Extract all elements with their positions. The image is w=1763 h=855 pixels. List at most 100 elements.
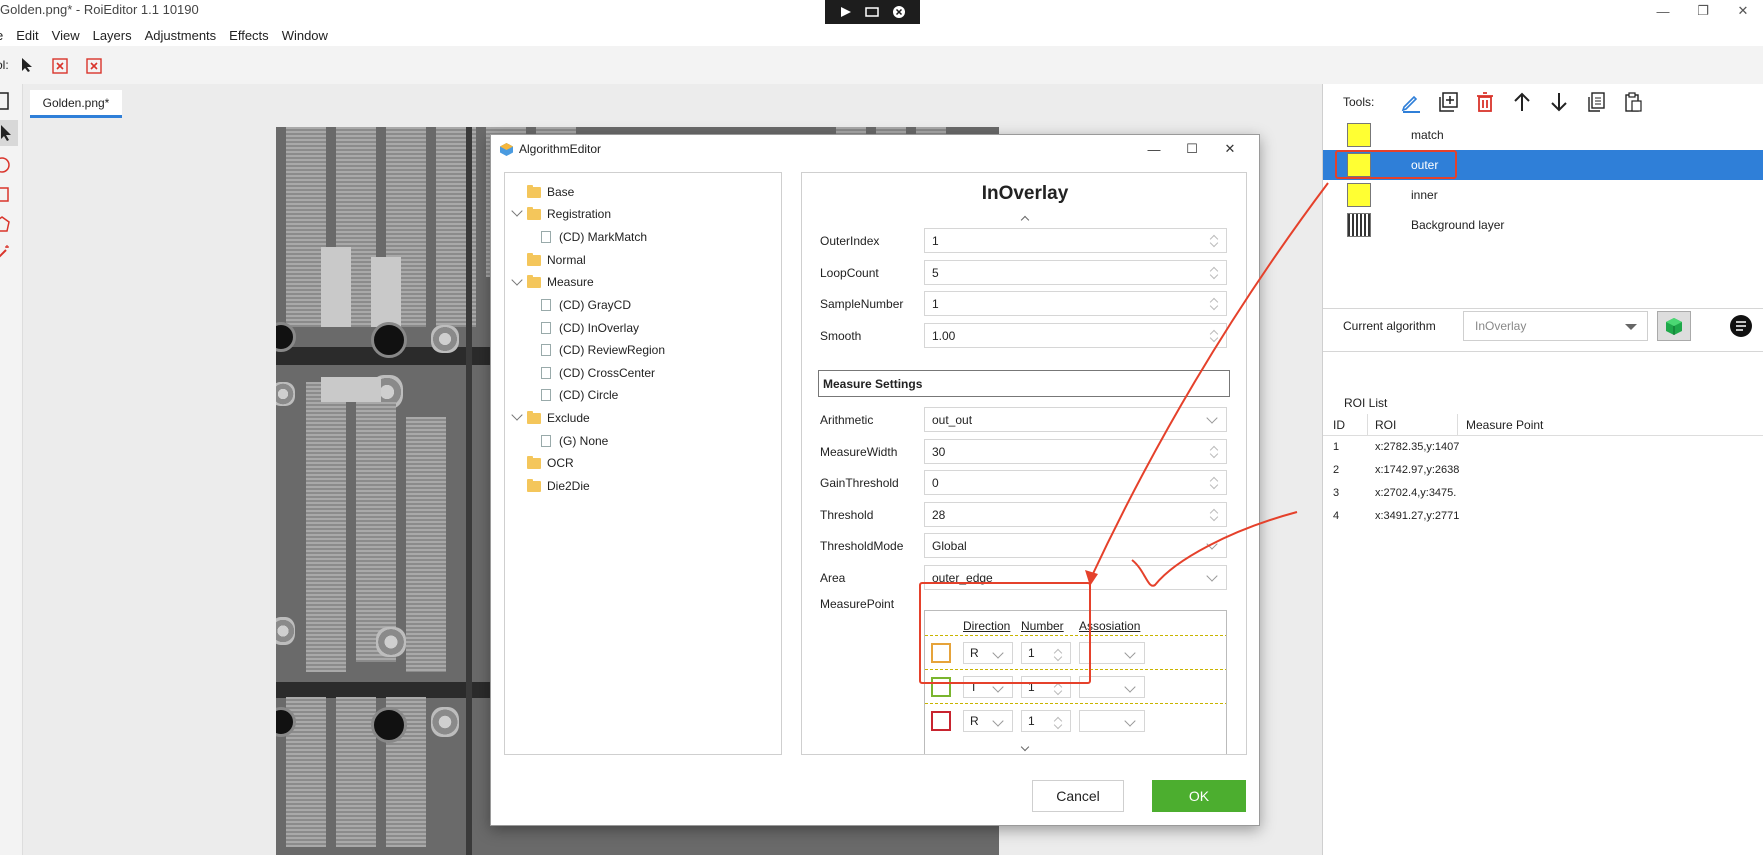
number-spinbox[interactable]: 1 xyxy=(1021,676,1071,698)
expander-chevron-icon[interactable] xyxy=(511,205,523,217)
window-close-button[interactable]: ✕ xyxy=(1723,0,1763,22)
layer-row[interactable]: match xyxy=(1323,120,1763,150)
window-minimize-button[interactable]: — xyxy=(1643,0,1683,22)
tree-item-exclude[interactable]: Exclude xyxy=(527,407,590,429)
measure-point-row[interactable]: T 1 xyxy=(925,669,1226,703)
layer-row[interactable]: inner xyxy=(1323,180,1763,210)
file-icon[interactable] xyxy=(0,92,12,110)
tree-item-ocr[interactable]: OCR xyxy=(527,452,574,474)
arrow-up-icon[interactable] xyxy=(1511,91,1533,113)
pencil-icon[interactable] xyxy=(1400,91,1422,113)
cancel-button[interactable]: Cancel xyxy=(1032,780,1124,812)
loop-count-spinbox[interactable]: 5 xyxy=(924,260,1227,285)
dialog-maximize-button[interactable]: ☐ xyxy=(1173,139,1211,159)
area-dropdown[interactable]: outer_edge xyxy=(924,565,1227,590)
tree-item-crosscenter[interactable]: (CD) CrossCenter xyxy=(541,362,655,384)
magic-wand-icon[interactable] xyxy=(0,244,12,262)
column-id[interactable]: ID xyxy=(1333,418,1345,432)
current-algorithm-select[interactable]: InOverlay xyxy=(1463,311,1648,341)
spinner-icon[interactable] xyxy=(1054,682,1062,696)
menu-adjustments[interactable]: Adjustments xyxy=(145,28,217,43)
smooth-spinbox[interactable]: 1.00 xyxy=(924,323,1227,348)
menu-effects[interactable]: Effects xyxy=(229,28,269,43)
algorithm-cube-button[interactable] xyxy=(1657,311,1691,341)
trash-icon[interactable] xyxy=(1474,91,1496,113)
screen-icon[interactable] xyxy=(865,6,880,18)
algorithm-menu-button[interactable] xyxy=(1724,311,1758,341)
column-assosiation[interactable]: Assosiation xyxy=(1079,619,1140,633)
window-restore-button[interactable]: ❐ xyxy=(1683,0,1723,22)
tree-item-base[interactable]: Base xyxy=(527,181,574,203)
spinner-icon[interactable] xyxy=(1210,329,1218,343)
arithmetic-dropdown[interactable]: out_out xyxy=(924,407,1227,432)
gain-threshold-spinbox[interactable]: 0 xyxy=(924,470,1227,495)
sample-number-spinbox[interactable]: 1 xyxy=(924,291,1227,316)
expander-chevron-icon[interactable] xyxy=(511,409,523,421)
polygon-tool-icon[interactable] xyxy=(0,216,12,234)
tab-golden-png[interactable]: Golden.png* xyxy=(30,90,122,118)
menu-layers[interactable]: Layers xyxy=(93,28,132,43)
point-checkbox[interactable] xyxy=(931,677,951,697)
column-direction[interactable]: Direction xyxy=(963,619,1010,633)
threshold-spinbox[interactable]: 28 xyxy=(924,502,1227,527)
spinner-icon[interactable] xyxy=(1054,648,1062,662)
direction-select[interactable]: T xyxy=(963,676,1013,698)
tree-item-die2die[interactable]: Die2Die xyxy=(527,475,590,497)
menu-file[interactable]: e xyxy=(0,28,3,43)
table-row[interactable]: 4 x:3491.27,y:2771 xyxy=(1323,506,1763,530)
spinner-icon[interactable] xyxy=(1210,266,1218,280)
tree-item-none[interactable]: (G) None xyxy=(541,430,608,452)
expander-chevron-icon[interactable] xyxy=(511,274,523,286)
menu-view[interactable]: View xyxy=(52,28,80,43)
spinner-icon[interactable] xyxy=(1210,476,1218,490)
table-row[interactable]: 1 x:2782.35,y:1407 xyxy=(1323,437,1763,461)
outer-index-spinbox[interactable]: 1 xyxy=(924,228,1227,253)
pointer-icon[interactable] xyxy=(0,124,12,142)
spinner-icon[interactable] xyxy=(1210,297,1218,311)
menu-window[interactable]: Window xyxy=(282,28,328,43)
rectangle-tool-icon[interactable] xyxy=(0,186,12,204)
tree-item-normal[interactable]: Normal xyxy=(527,249,586,271)
point-checkbox[interactable] xyxy=(931,643,951,663)
select-arrow-icon[interactable] xyxy=(17,55,37,75)
table-row[interactable]: 2 x:1742.97,y:2638 xyxy=(1323,460,1763,484)
assosiation-select[interactable] xyxy=(1079,710,1145,732)
dialog-minimize-button[interactable]: — xyxy=(1135,139,1173,159)
layer-row[interactable]: Background layer xyxy=(1323,210,1763,240)
scroll-up-icon[interactable] xyxy=(1020,215,1030,225)
direction-select[interactable]: R xyxy=(963,642,1013,664)
spinner-icon[interactable] xyxy=(1054,716,1062,730)
measure-point-row[interactable]: R 1 xyxy=(925,635,1226,669)
dialog-close-button[interactable]: ✕ xyxy=(1211,139,1249,159)
tree-item-registration[interactable]: Registration xyxy=(527,203,611,225)
copy-icon[interactable] xyxy=(1585,91,1607,113)
assosiation-select[interactable] xyxy=(1079,642,1145,664)
dialog-title-bar[interactable]: AlgorithmEditor — ☐ ✕ xyxy=(491,135,1259,163)
tree-item-graycd[interactable]: (CD) GrayCD xyxy=(541,294,631,316)
column-number[interactable]: Number xyxy=(1021,619,1064,633)
add-layer-icon[interactable] xyxy=(1437,91,1459,113)
clear-selection-icon[interactable] xyxy=(51,55,71,75)
tree-item-inoverlay[interactable]: (CD) InOverlay xyxy=(541,317,639,339)
point-checkbox[interactable] xyxy=(931,711,951,731)
column-roi[interactable]: ROI xyxy=(1375,418,1396,432)
assosiation-select[interactable] xyxy=(1079,676,1145,698)
arrow-down-icon[interactable] xyxy=(1548,91,1570,113)
table-row[interactable]: 3 x:2702.4,y:3475. xyxy=(1323,483,1763,507)
spinner-icon[interactable] xyxy=(1210,234,1218,248)
number-spinbox[interactable]: 1 xyxy=(1021,642,1071,664)
direction-select[interactable]: R xyxy=(963,710,1013,732)
tree-item-markmatch[interactable]: (CD) MarkMatch xyxy=(541,226,647,248)
measure-point-row[interactable]: R 1 xyxy=(925,703,1226,737)
tree-item-measure[interactable]: Measure xyxy=(527,271,594,293)
clear-all-icon[interactable] xyxy=(85,55,105,75)
close-circle-icon[interactable] xyxy=(892,5,906,19)
tree-item-circle[interactable]: (CD) Circle xyxy=(541,384,618,406)
tree-item-reviewregion[interactable]: (CD) ReviewRegion xyxy=(541,339,665,361)
column-measure-point[interactable]: Measure Point xyxy=(1466,418,1543,432)
circle-tool-icon[interactable] xyxy=(0,156,12,174)
measure-width-spinbox[interactable]: 30 xyxy=(924,439,1227,464)
layer-row-selected[interactable]: outer xyxy=(1323,150,1763,180)
number-spinbox[interactable]: 1 xyxy=(1021,710,1071,732)
ok-button[interactable]: OK xyxy=(1152,780,1246,812)
